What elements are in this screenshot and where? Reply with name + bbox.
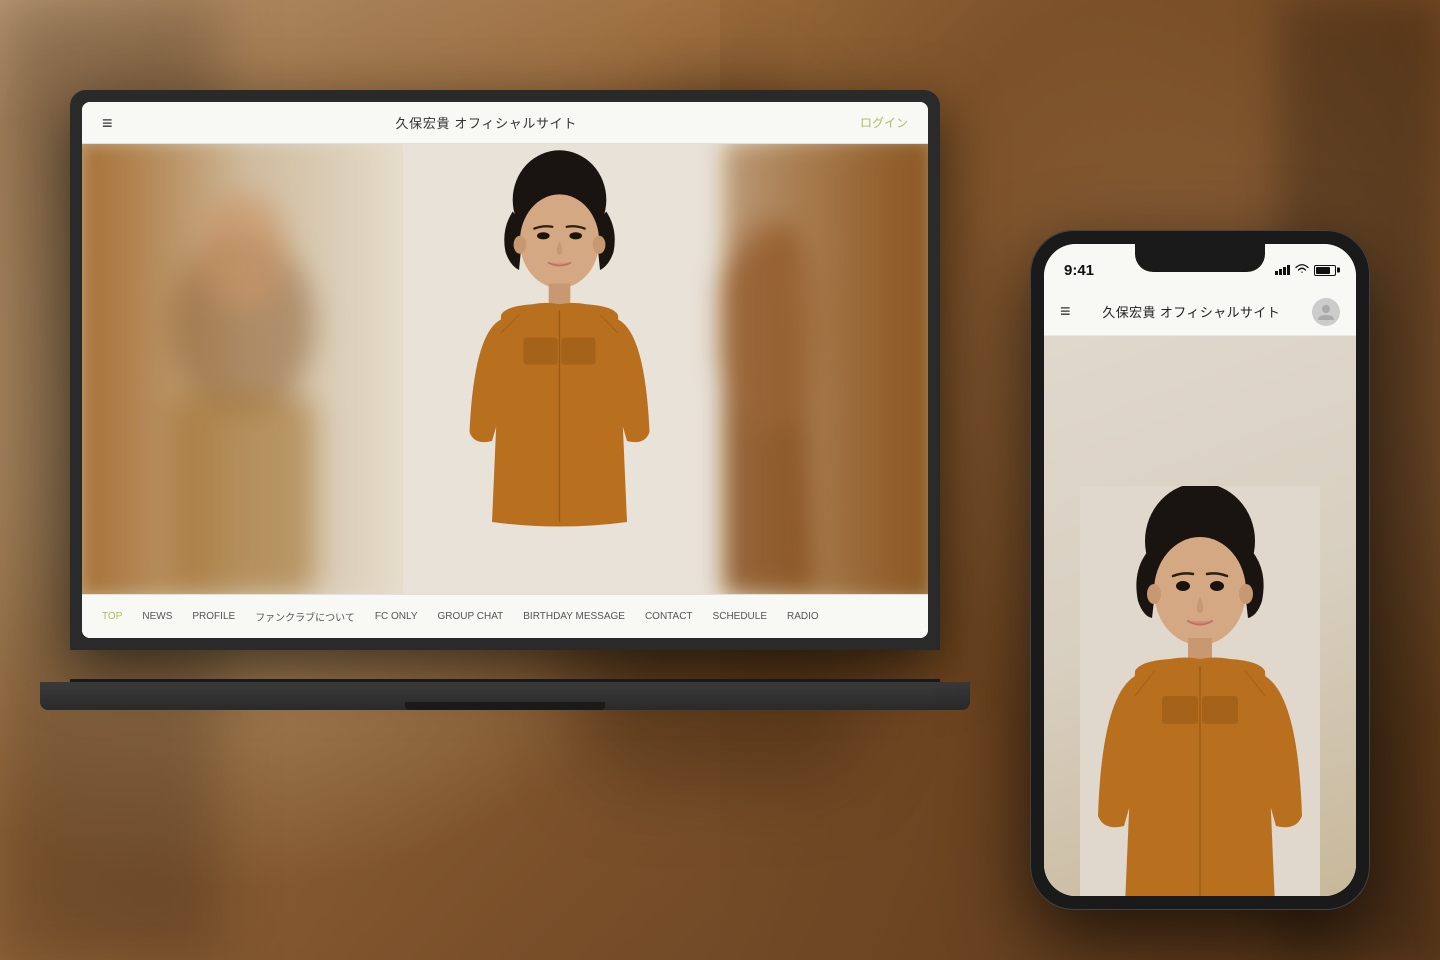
phone-hero-person <box>1080 486 1320 896</box>
phone-hero <box>1044 336 1356 896</box>
hero-center <box>403 144 716 594</box>
phone-hamburger-icon[interactable]: ≡ <box>1060 301 1071 322</box>
nav-item-news[interactable]: NEWS <box>132 595 182 638</box>
nav-item-birthday[interactable]: BIRTHDAY MESSAGE <box>513 595 635 638</box>
laptop-navbar: ≡ 久保宏貴 オフィシャルサイト ログイン <box>82 102 928 144</box>
hero-left-figure <box>82 144 403 594</box>
laptop-site-title: 久保宏貴 オフィシャルサイト <box>396 113 577 132</box>
phone-screen: 9:41 <box>1044 244 1356 896</box>
laptop-screen: ≡ 久保宏貴 オフィシャルサイト ログイン <box>82 102 928 638</box>
laptop-device: ≡ 久保宏貴 オフィシャルサイト ログイン <box>70 90 940 710</box>
signal-bars-icon <box>1275 265 1290 275</box>
battery-icon <box>1314 265 1336 276</box>
battery-fill <box>1316 267 1330 274</box>
phone-avatar-icon[interactable] <box>1312 298 1340 326</box>
phone-site-title: 久保宏貴 オフィシャルサイト <box>1102 302 1280 321</box>
nav-item-contact[interactable]: CONTACT <box>635 595 703 638</box>
phone-status-icons <box>1275 263 1336 278</box>
nav-item-group-chat[interactable]: GROUP CHAT <box>428 595 514 638</box>
nav-item-fc-only[interactable]: FC ONLY <box>365 595 428 638</box>
phone-body: 9:41 <box>1030 230 1370 910</box>
laptop-base <box>40 682 970 710</box>
hero-right-figure <box>717 144 929 594</box>
phone-device: 9:41 <box>1030 230 1370 910</box>
phone-notch <box>1135 244 1265 272</box>
nav-item-top[interactable]: TOP <box>92 595 132 638</box>
phone-navbar: ≡ 久保宏貴 オフィシャルサイト <box>1044 288 1356 336</box>
nav-item-profile[interactable]: PROFILE <box>182 595 245 638</box>
phone-time: 9:41 <box>1064 262 1094 279</box>
nav-item-fanclub[interactable]: ファンクラブについて <box>245 595 365 638</box>
nav-item-schedule[interactable]: SCHEDULE <box>703 595 777 638</box>
login-link[interactable]: ログイン <box>860 114 908 131</box>
wifi-icon <box>1295 263 1309 278</box>
laptop-body: ≡ 久保宏貴 オフィシャルサイト ログイン <box>70 90 940 650</box>
laptop-hero <box>82 144 928 594</box>
laptop-footer-nav: TOP NEWS PROFILE ファンクラブについて FC ONLY GROU… <box>82 594 928 638</box>
hamburger-menu-icon[interactable]: ≡ <box>102 114 113 132</box>
nav-item-radio[interactable]: RADIO <box>777 595 829 638</box>
